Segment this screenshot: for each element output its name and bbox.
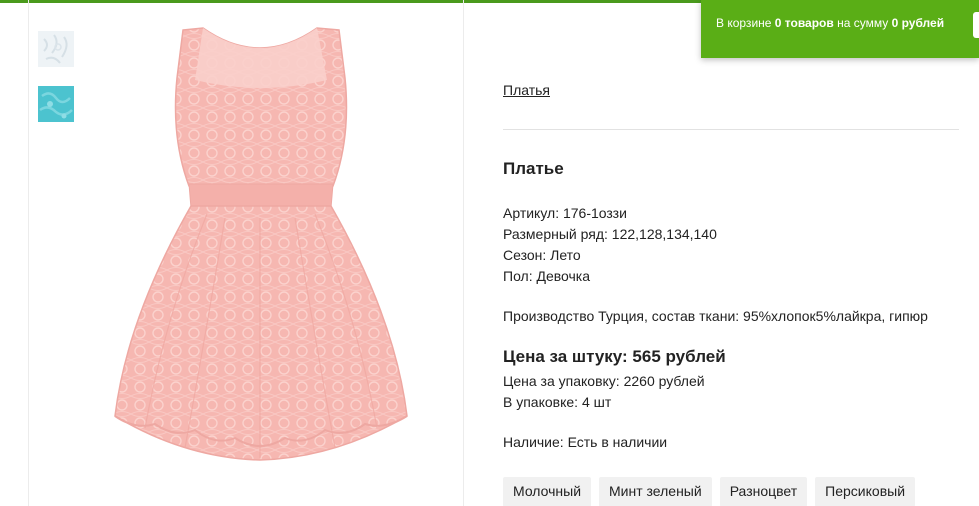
cart-open-button[interactable]	[973, 12, 979, 38]
thumbnail-milk[interactable]	[38, 31, 74, 67]
pack-size: В упаковке: 4 шт	[503, 394, 612, 410]
cart-summary-text: В корзине 0 товаров на сумму 0 рублей	[716, 16, 945, 30]
color-options: Молочный Минт зеленый Разноцвет Персиков…	[503, 477, 916, 506]
pack-info: Цена за упаковку: 2260 рублей В упаковке…	[503, 371, 705, 413]
product-gallery	[0, 0, 464, 506]
breadcrumb-divider	[503, 129, 959, 130]
cart-summary[interactable]: В корзине 0 товаров на сумму 0 рублей	[701, 0, 979, 58]
property-size-range: Размерный ряд: 122,128,134,140	[503, 226, 717, 242]
breadcrumb-dresses-link[interactable]: Платья	[503, 82, 550, 98]
lace-dress-white-icon	[38, 31, 74, 67]
thumbnail-mint[interactable]	[38, 86, 74, 122]
gallery-divider-left	[28, 0, 29, 506]
price-per-pack: Цена за упаковку: 2260 рублей	[503, 373, 705, 389]
color-option-peach[interactable]: Персиковый	[815, 477, 916, 506]
cart-items-count: 0 товаров	[774, 16, 834, 30]
dress-main-image	[114, 27, 408, 461]
color-option-mint-green[interactable]: Минт зеленый	[599, 477, 712, 506]
gallery-divider-right	[463, 0, 464, 506]
product-title: Платье	[503, 159, 564, 178]
availability-status: Наличие: Есть в наличии	[503, 434, 668, 450]
color-option-milk[interactable]: Молочный	[503, 477, 592, 506]
price-per-unit: Цена за штуку: 565 рублей	[503, 347, 726, 366]
product-properties: Артикул: 176-1оззи Размерный ряд: 122,12…	[503, 203, 717, 287]
property-season: Сезон: Лето	[503, 247, 581, 263]
product-production: Производство Турция, состав ткани: 95%хл…	[503, 308, 928, 324]
property-article: Артикул: 176-1оззи	[503, 205, 627, 221]
cart-total-sum: 0 рублей	[891, 16, 945, 30]
property-gender: Пол: Девочка	[503, 268, 591, 284]
color-option-multicolor[interactable]: Разноцвет	[719, 477, 808, 506]
lace-dress-mint-icon	[38, 86, 74, 122]
